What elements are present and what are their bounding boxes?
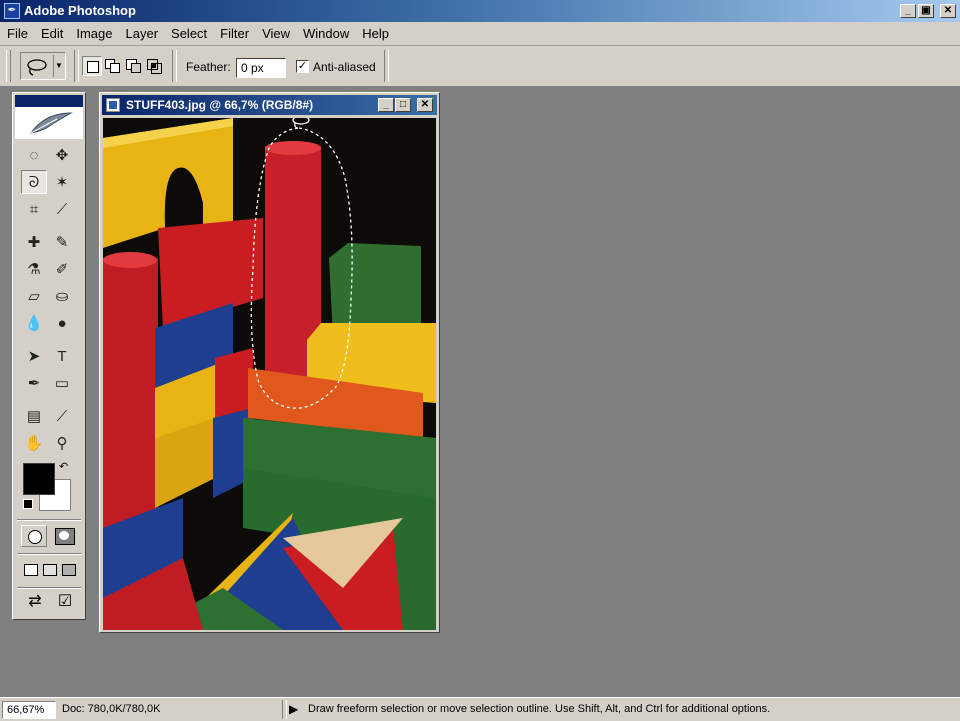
toolbox-divider [17,587,81,589]
doc-maximize-button[interactable]: □ [395,98,411,112]
tool-preset-picker[interactable]: ▼ [20,52,66,80]
subtract-from-selection-icon[interactable] [124,56,144,76]
options-divider [172,50,177,82]
zoom-icon[interactable]: ⚲ [49,431,75,455]
close-button[interactable]: ✕ [940,4,956,18]
menu-edit[interactable]: Edit [34,22,69,45]
standard-screen-mode-icon[interactable] [21,559,39,579]
brush-icon[interactable]: ✎ [49,230,75,254]
menu-bar: File Edit Image Layer Select Filter View Window… [0,22,960,46]
selection-mode-group [82,56,166,78]
menu-file[interactable]: File [0,22,34,45]
intersect-selection-icon[interactable] [145,56,165,76]
hand-icon[interactable]: ✋ [21,431,47,455]
document-size-info[interactable]: Doc: 780,0K/780,0K [62,703,160,715]
options-grip [6,50,11,82]
add-to-selection-icon[interactable] [103,56,123,76]
options-divider [74,50,79,82]
lasso-icon [27,59,47,76]
status-bar: 66,67% Doc: 780,0K/780,0K ▶ Draw freefor… [0,697,960,721]
full-screen-menubar-icon[interactable] [40,559,58,579]
marquee-icon[interactable]: ◌ [21,143,47,167]
rectangle-icon[interactable]: ▭ [49,371,75,395]
menu-image[interactable]: Image [69,22,118,45]
standard-mode-icon[interactable] [21,525,47,547]
menu-view[interactable]: View [255,22,296,45]
edit-in-imageready-icon[interactable]: ☑ [53,591,77,613]
feather-label: Feather: [186,60,231,74]
toolbox-divider [17,519,81,521]
antialias-label: Anti-aliased [313,60,376,74]
toolbox-header[interactable] [15,95,83,139]
screen-mode-group [21,559,77,581]
move-icon[interactable]: ✥ [49,143,75,167]
status-menu-arrow-icon[interactable]: ▶ [289,702,298,716]
image-canvas[interactable] [103,118,436,630]
eyedropper-icon[interactable]: ⟋ [49,404,75,428]
photoshop-feather-icon [29,112,73,134]
zoom-field[interactable]: 66,67% [2,701,56,719]
menu-select[interactable]: Select [164,22,213,45]
jump-to-imageready-icon[interactable]: ⇄ [23,591,47,613]
crop-icon[interactable]: ⌗ [21,197,47,221]
status-divider [282,700,287,719]
healing-brush-icon[interactable]: ✚ [21,230,47,254]
default-colors-icon[interactable] [23,499,33,509]
pen-icon[interactable]: ✒ [21,371,47,395]
antialias-checkbox[interactable]: ✓ [296,60,309,73]
restore-button[interactable]: ▣ [918,4,934,18]
menu-window[interactable]: Window [296,22,355,45]
photoshop-feather-icon: ✒ [4,3,20,19]
options-divider [384,50,389,82]
menu-list: File Edit Image Layer Select Filter View Window… [0,22,395,45]
document-icon [106,98,120,112]
document-window: STUFF403.jpg @ 66,7% (RGB/8#) _ □ ✕ [99,92,440,633]
blur-icon[interactable]: 💧 [21,311,47,335]
feather-input[interactable]: 0 px [236,58,286,78]
slice-icon[interactable]: ⟋ [49,197,75,221]
toy-blocks-photo [103,118,436,630]
doc-close-button[interactable]: ✕ [417,98,433,112]
dodge-icon[interactable]: ● [49,311,75,335]
magic-wand-icon[interactable]: ✶ [49,170,75,194]
swap-colors-icon[interactable]: ↶ [59,460,68,473]
status-message: Draw freeform selection or move selectio… [308,703,771,715]
toolbox-divider [17,553,81,555]
app-title-bar: ✒ Adobe Photoshop _ ▣ ✕ [0,0,960,22]
menu-layer[interactable]: Layer [119,22,165,45]
clone-stamp-icon[interactable]: ⚗ [21,257,47,281]
doc-minimize-button[interactable]: _ [378,98,394,112]
new-selection-icon[interactable] [82,56,102,76]
notes-icon[interactable]: ▤ [21,404,47,428]
toolbox-panel: ◌ ✥ ᘐ ✶ ⌗ ⟋ ✚ ✎ ⚗ ✐ ▱ ⛀ 💧 ● ➤ T ✒ ▭ ▤ ⟋ ✋ ⚲ ↶ ⇄ ☑ [12,92,86,620]
eraser-icon[interactable]: ▱ [21,284,47,308]
document-title-bar[interactable]: STUFF403.jpg @ 66,7% (RGB/8#) _ □ ✕ [102,95,437,115]
path-selection-icon[interactable]: ➤ [21,344,47,368]
options-bar: ▼ Feather: 0 px ✓ Anti-aliased [0,46,960,87]
type-icon[interactable]: T [49,344,75,368]
paint-bucket-icon[interactable]: ⛀ [49,284,75,308]
menu-help[interactable]: Help [355,22,395,45]
chevron-down-icon[interactable]: ▼ [53,55,64,77]
foreground-color-front[interactable] [23,463,55,495]
toolbox-title-strip [15,95,83,107]
app-title: Adobe Photoshop [24,3,136,18]
lasso-icon[interactable]: ᘐ [21,170,47,194]
quick-mask-icon[interactable] [51,525,77,547]
history-brush-icon[interactable]: ✐ [49,257,75,281]
menu-filter[interactable]: Filter [213,22,255,45]
minimize-button[interactable]: _ [900,4,916,18]
document-title: STUFF403.jpg @ 66,7% (RGB/8#) [126,98,314,112]
full-screen-mode-icon[interactable] [59,559,77,579]
